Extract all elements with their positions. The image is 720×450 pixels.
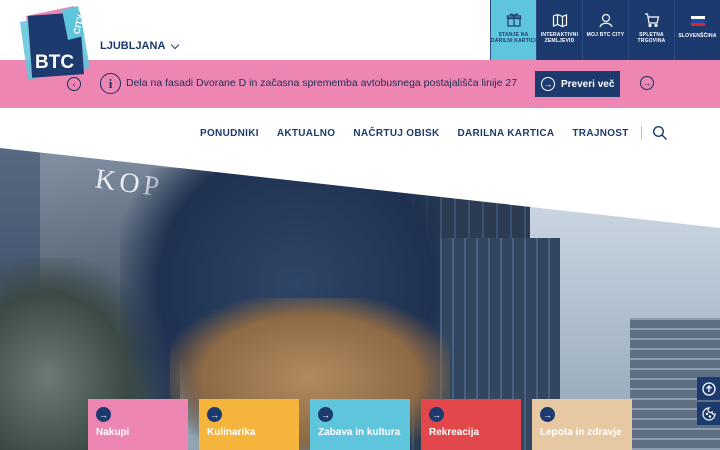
utility-bar: STANJE NA DARILNI KARTICI INTERAKTIVNI Z… (490, 0, 720, 60)
arrow-up-icon (701, 381, 716, 396)
search-icon[interactable] (652, 125, 668, 141)
cookie-icon (701, 406, 716, 421)
map-icon (552, 13, 567, 28)
utility-interactive-map[interactable]: INTERAKTIVNI ZEMLJEVID (536, 0, 582, 60)
scroll-top-button[interactable] (697, 377, 720, 400)
svg-text:BTC: BTC (35, 52, 74, 73)
language-selector[interactable]: SLOVENŠČINA (674, 0, 720, 60)
nav-item-darilna-kartica[interactable]: DARILNA KARTICA (457, 128, 554, 139)
tile-lepota-in-zdravje[interactable]: → Lepota in zdravje (532, 399, 632, 450)
tile-nakupi[interactable]: → Nakupi (88, 399, 188, 450)
utility-online-store[interactable]: SPLETNA TRGOVINA (628, 0, 674, 60)
city-selector[interactable]: LJUBLJANA (100, 40, 180, 52)
gift-icon (506, 13, 521, 27)
arrow-right-icon: → (207, 407, 222, 422)
cart-icon (644, 13, 659, 28)
alert-more-button[interactable]: → Preveri več (535, 71, 620, 97)
arrow-right-icon: → (540, 407, 555, 422)
utility-gift-card-balance[interactable]: STANJE NA DARILNI KARTICI (490, 0, 536, 60)
alert-more-label: Preveri več (561, 78, 615, 90)
info-icon: i (100, 73, 121, 94)
tile-kulinarika[interactable]: → Kulinarika (199, 399, 299, 450)
main-nav: PONUDNIKI AKTUALNO NAČRTUJ OBISK DARILNA… (200, 125, 668, 141)
user-icon (598, 13, 613, 28)
tile-zabava-in-kultura[interactable]: → Zabava in kultura (310, 399, 410, 450)
flag-slovenia-icon (690, 16, 705, 26)
arrow-right-icon: → (541, 77, 555, 91)
nav-item-nacrtuj-obisk[interactable]: NAČRTUJ OBISK (353, 128, 439, 139)
nav-item-trajnost[interactable]: TRAJNOST (572, 128, 628, 139)
chevron-down-icon (171, 40, 180, 49)
nav-divider (640, 126, 642, 140)
arrow-right-icon: → (429, 407, 444, 422)
tile-rekreacija[interactable]: → Rekreacija (421, 399, 521, 450)
btc-city-logo[interactable]: CITY BTC (18, 6, 98, 86)
category-tiles: → Nakupi → Kulinarika → Zabava in kultur… (88, 399, 632, 450)
cookie-settings-button[interactable] (697, 402, 720, 425)
top-header: LJUBLJANA STANJE NA DARILNI KARTICI INTE… (0, 0, 720, 60)
arrow-right-icon: → (318, 407, 333, 422)
alert-next-icon[interactable]: → (640, 76, 654, 90)
arrow-right-icon: → (96, 407, 111, 422)
utility-my-btc-city[interactable]: MOJ BTC CITY (582, 0, 628, 60)
alert-message: Dela na fasadi Dvorane D in začasna spre… (126, 77, 518, 89)
nav-item-ponudniki[interactable]: PONUDNIKI (200, 128, 259, 139)
city-label: LJUBLJANA (100, 40, 166, 52)
nav-item-aktualno[interactable]: AKTUALNO (277, 128, 336, 139)
